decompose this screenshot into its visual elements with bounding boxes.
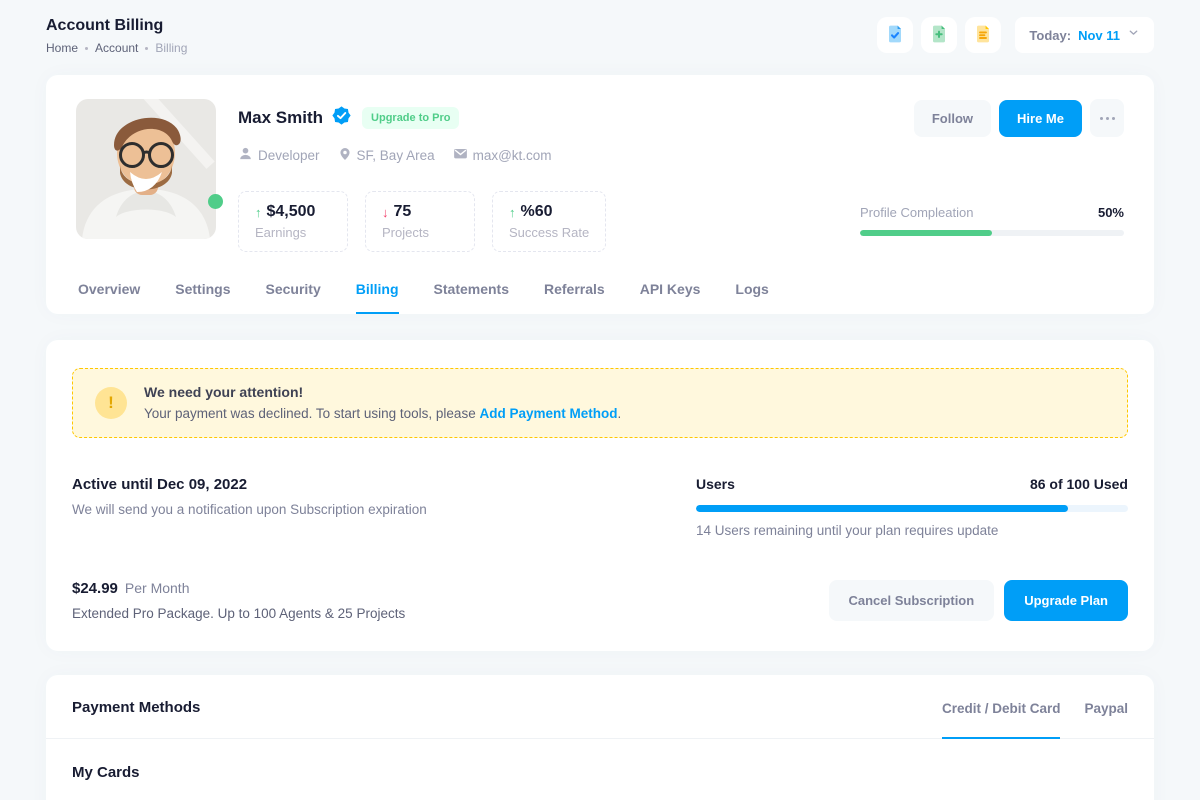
chevron-down-icon [1127,26,1140,44]
profile-email: max@kt.com [453,146,552,164]
page-title: Account Billing [46,17,187,35]
verified-badge-icon [332,106,351,130]
online-status-dot [208,194,223,209]
arrow-up-icon: ↑ [509,205,516,220]
location-pin-icon [338,147,352,164]
completion-label: Profile Compleation [860,205,973,220]
users-progress-bar [696,505,1128,512]
tab-api-keys[interactable]: API Keys [640,281,701,314]
date-picker-label: Today: [1029,28,1071,43]
breadcrumb-home[interactable]: Home [46,41,78,55]
profile-card: Max Smith Upgrade to Pro Follow Hire Me … [46,75,1154,314]
completion-progress-bar [860,230,1124,236]
breadcrumb-billing: Billing [155,41,187,55]
arrow-up-icon: ↑ [255,205,262,220]
payment-methods-card: Payment Methods Credit / Debit Card Payp… [46,675,1154,800]
stat-success-rate: ↑%60 Success Rate [492,191,606,252]
upgrade-plan-button[interactable]: Upgrade Plan [1004,580,1128,621]
add-payment-method-link[interactable]: Add Payment Method [479,406,617,421]
subscription-active-until: Active until Dec 09, 2022 [72,476,427,493]
payment-methods-title: Payment Methods [72,699,200,738]
date-picker-value: Nov 11 [1078,28,1120,43]
tab-security[interactable]: Security [266,281,321,314]
profile-role: Developer [238,146,320,164]
file-check-button[interactable] [877,17,913,53]
arrow-down-icon: ↓ [382,205,389,220]
date-picker[interactable]: Today: Nov 11 [1015,17,1154,53]
users-remaining-note: 14 Users remaining until your plan requi… [696,523,1128,538]
payment-method-tabs: Credit / Debit Card Paypal [942,701,1128,738]
completion-value: 50% [1098,205,1124,220]
alert-text: Your payment was declined. To start usin… [144,406,621,421]
upgrade-to-pro-badge[interactable]: Upgrade to Pro [362,107,459,129]
toolbar-actions: Today: Nov 11 [877,17,1154,53]
person-name: Max Smith [238,108,323,128]
tab-settings[interactable]: Settings [175,281,230,314]
file-plus-icon [929,24,949,47]
users-usage: Users 86 of 100 Used 14 Users remaining … [696,476,1128,538]
file-lines-icon [973,24,993,47]
toolbar: Account Billing Home Account Billing Tod… [0,0,1200,71]
tab-statements[interactable]: Statements [434,281,509,314]
person-icon [238,146,253,164]
page-heading: Account Billing Home Account Billing [46,17,187,55]
more-options-button[interactable] [1090,99,1124,137]
plan-period: Per Month [125,580,190,596]
cancel-subscription-button[interactable]: Cancel Subscription [829,580,995,621]
profile-stats: ↑$4,500 Earnings ↓75 Projects ↑%60 Succe… [238,191,606,252]
file-lines-button[interactable] [965,17,1001,53]
my-cards-title: My Cards [72,764,1128,781]
plan-description: Extended Pro Package. Up to 100 Agents &… [72,606,405,621]
exclamation-icon: ! [95,387,127,419]
tab-overview[interactable]: Overview [78,281,140,314]
breadcrumb: Home Account Billing [46,41,187,55]
alert-title: We need your attention! [144,384,621,400]
payment-warning-alert: ! We need your attention! Your payment w… [72,368,1128,438]
follow-button[interactable]: Follow [914,100,991,137]
file-plus-button[interactable] [921,17,957,53]
stat-projects: ↓75 Projects [365,191,475,252]
mail-icon [453,146,468,164]
file-check-icon [885,24,905,47]
users-label: Users [696,476,735,492]
subscription-note: We will send you a notification upon Sub… [72,502,427,517]
profile-meta: Developer SF, Bay Area max@kt.com [238,146,1124,164]
billing-summary-card: ! We need your attention! Your payment w… [46,340,1154,651]
tab-billing[interactable]: Billing [356,281,399,314]
users-used-count: 86 of 100 Used [1030,476,1128,492]
tab-referrals[interactable]: Referrals [544,281,605,314]
avatar [76,99,216,239]
profile-completion: Profile Compleation 50% [860,205,1124,236]
tab-logs[interactable]: Logs [735,281,768,314]
avatar-image [76,99,216,239]
profile-location: SF, Bay Area [338,147,435,164]
breadcrumb-separator [85,47,88,50]
tab-paypal[interactable]: Paypal [1084,701,1128,738]
tab-credit-debit-card[interactable]: Credit / Debit Card [942,701,1061,739]
breadcrumb-separator [145,47,148,50]
plan-price: $24.99 [72,580,118,597]
hire-me-button[interactable]: Hire Me [999,100,1082,137]
subscription-status: Active until Dec 09, 2022 We will send y… [72,476,427,538]
stat-earnings: ↑$4,500 Earnings [238,191,348,252]
profile-tabs: Overview Settings Security Billing State… [76,281,1124,314]
plan-pricing: $24.99 Per Month Extended Pro Package. U… [72,580,405,621]
breadcrumb-account[interactable]: Account [95,41,138,55]
